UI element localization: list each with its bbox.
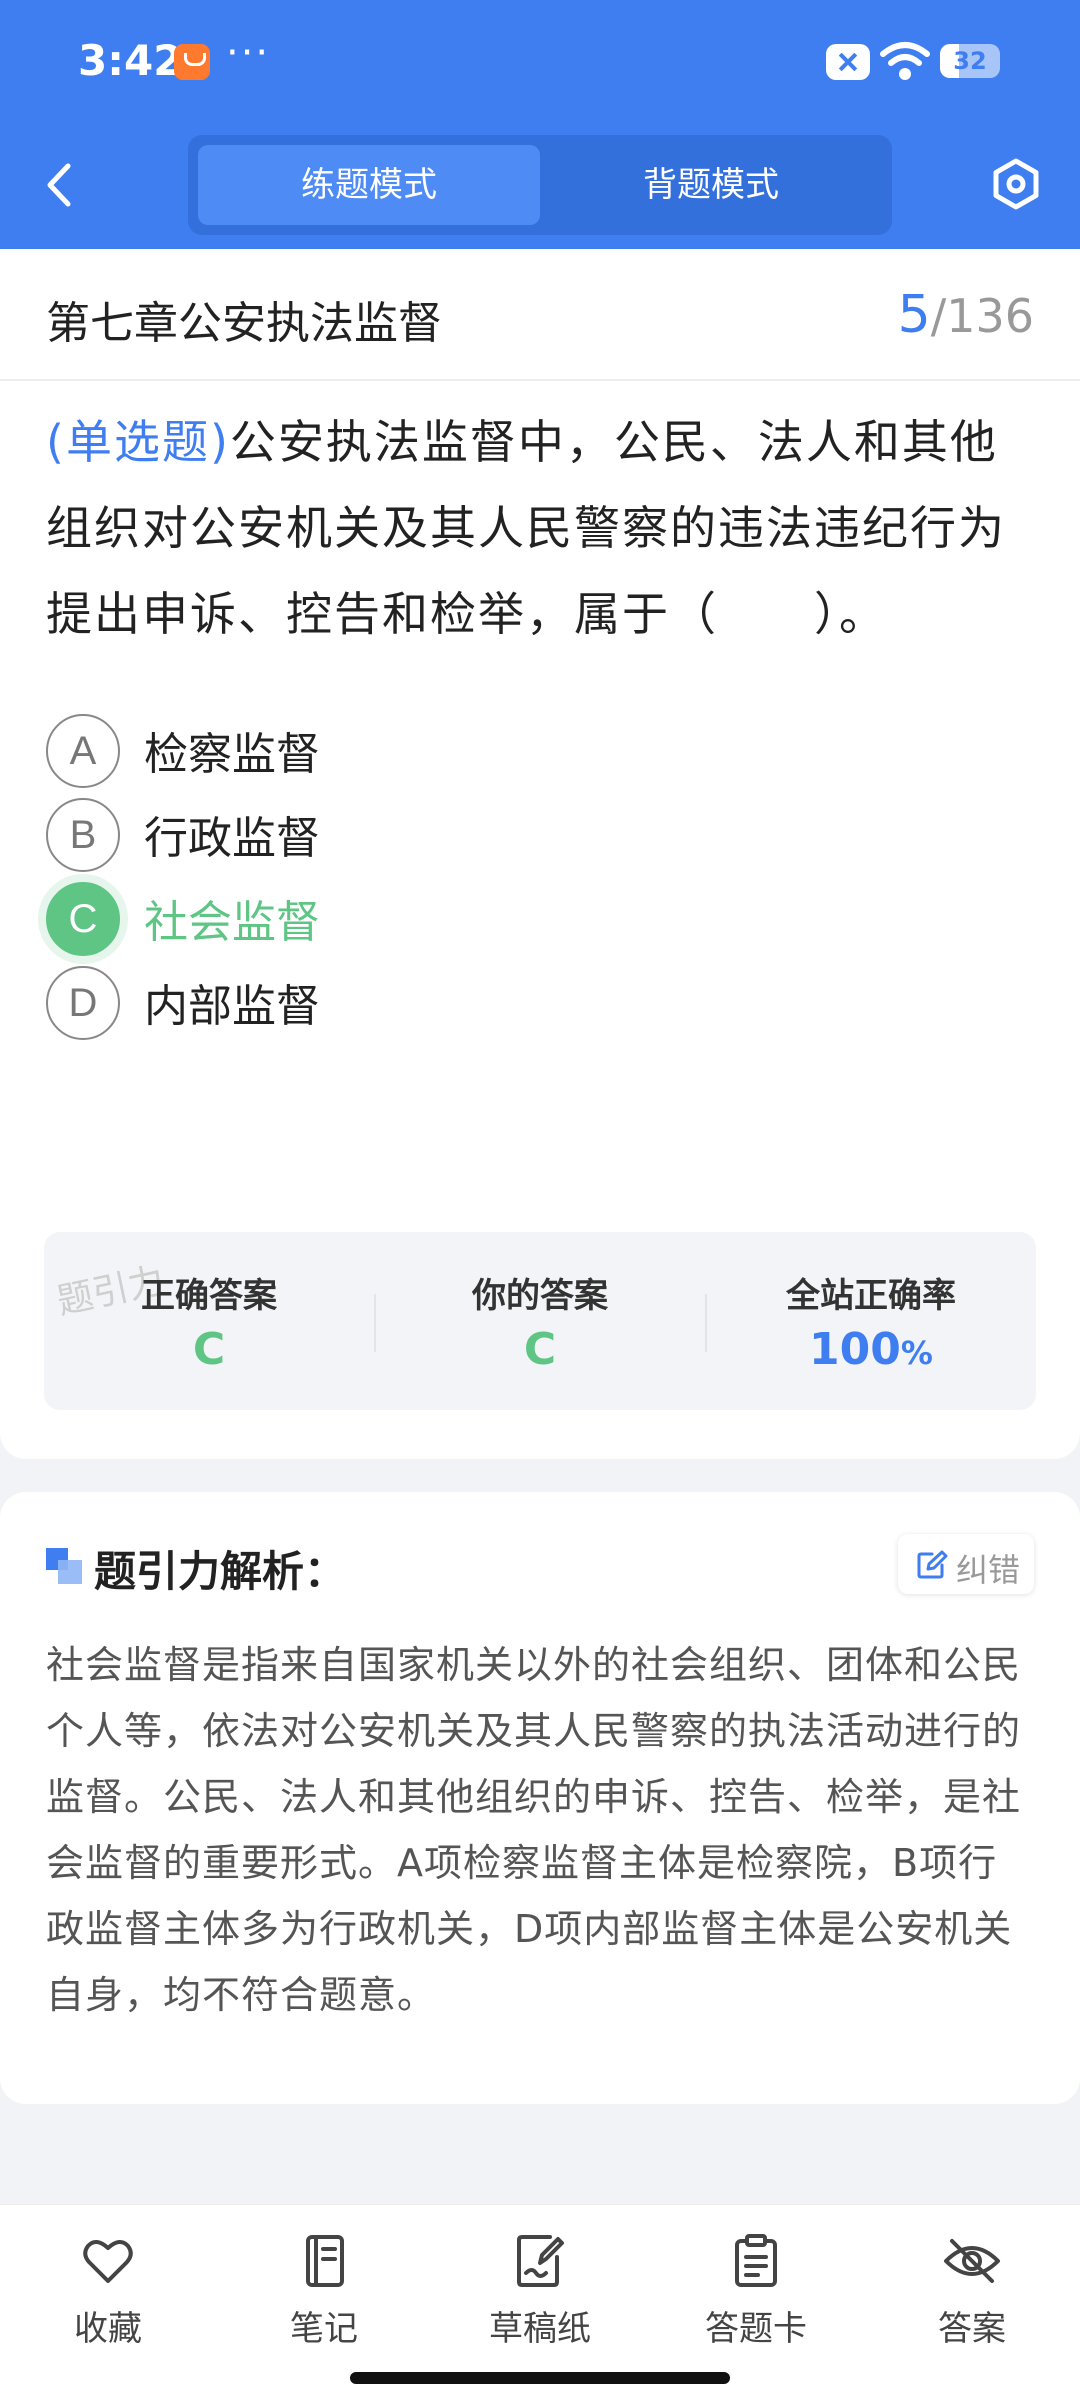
total-question-count: 136 [946,289,1034,343]
favorite-label: 收藏 [74,2309,142,2349]
correct-answer-stat: 正确答案 C [44,1232,374,1410]
question-card: 第七章公安执法监督 5/136 (单选题)公安执法监督中，公民、法人和其他组织对… [0,249,1080,1459]
draft-paper-label: 草稿纸 [489,2309,591,2349]
home-indicator[interactable] [350,2372,730,2384]
edit-icon [917,1550,948,1579]
notes-button[interactable]: 笔记 [244,2233,404,2373]
chapter-title: 第七章公安执法监督 [46,298,442,349]
back-arrow-icon[interactable] [40,160,80,210]
wifi-icon [880,42,930,80]
answer-sheet-label: 答题卡 [705,2309,807,2349]
question-progress: 5/136 [898,285,1034,345]
tab-memorize-mode[interactable]: 背题模式 [540,145,882,225]
notebook-icon [306,2235,344,2287]
answer-stats: 题引力 正确答案 C 你的答案 C 全站正确率 100% [44,1232,1036,1410]
favorite-button[interactable]: 收藏 [28,2233,188,2373]
divider [0,379,1080,381]
status-time: 3:42 [78,36,183,85]
app-header: 3:42 ··· 32 练题模式 背题模式 [0,0,1080,249]
battery-level: 32 [953,47,987,75]
analysis-card: 题引力解析： 纠错 社会监督是指来自国家机关以外的社会组织、团体和公民个人等，依… [0,1492,1080,2104]
answer-sheet-button[interactable]: 答题卡 [676,2233,836,2373]
option-text: 内部监督 [144,981,320,1032]
notes-label: 笔记 [290,2309,358,2349]
answer-sheet-icon [735,2234,777,2287]
answer-label: 答案 [938,2309,1006,2349]
heart-icon [83,2240,133,2283]
no-sim-icon [826,44,870,80]
app-store-icon [174,44,210,80]
analysis-text: 社会监督是指来自国家机关以外的社会组织、团体和公民个人等，依法对公安机关及其人民… [46,1643,1022,2017]
draft-paper-button[interactable]: 草稿纸 [460,2233,620,2373]
correct-answer-value: C [192,1324,226,1375]
option-letter: D [46,966,120,1040]
progress-separator: / [930,289,947,343]
battery-icon: 32 [940,44,1000,78]
question-type: (单选题) [46,415,230,469]
your-answer-stat: 你的答案 C [375,1232,705,1410]
report-error-button[interactable]: 纠错 [898,1534,1034,1594]
correct-answer-label: 正确答案 [141,1276,277,1316]
option-letter: C [46,882,120,956]
accuracy-value: 100% [706,1324,1036,1375]
eye-off-icon [944,2239,1000,2283]
accuracy-number: 100 [809,1324,901,1375]
option-text: 社会监督 [144,897,320,948]
option-text: 检察监督 [144,729,320,780]
status-bar: 3:42 ··· 32 [0,0,1080,125]
your-answer-value: C [523,1324,557,1375]
mode-switch: 练题模式 背题模式 [188,135,892,235]
accuracy-unit: % [900,1334,933,1372]
settings-icon[interactable] [990,158,1042,210]
option-letter: B [46,798,120,872]
accuracy-stat: 全站正确率 100% [706,1232,1036,1410]
answer-toggle-button[interactable]: 答案 [892,2233,1052,2373]
accuracy-label: 全站正确率 [786,1276,956,1316]
your-answer-label: 你的答案 [472,1276,608,1316]
option-letter: A [46,714,120,788]
current-question-number: 5 [897,285,931,345]
analysis-title: 题引力解析： [94,1547,347,1596]
more-notifications-icon: ··· [226,30,271,76]
tab-practice-mode[interactable]: 练题模式 [198,145,540,225]
question-stem: (单选题)公安执法监督中，公民、法人和其他组织对公安机关及其人民警察的违法违纪行… [46,399,1036,657]
analysis-logo-icon [46,1548,82,1584]
option-text: 行政监督 [144,813,320,864]
report-error-label: 纠错 [956,1551,1021,1589]
draft-paper-icon [517,2235,564,2287]
